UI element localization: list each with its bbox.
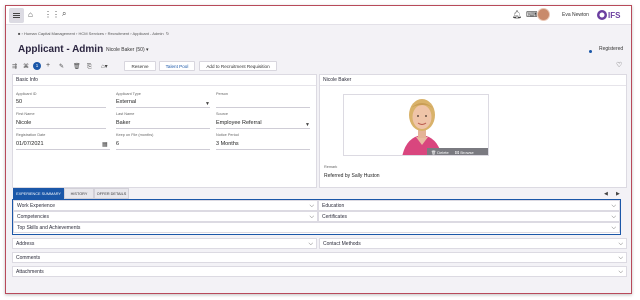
section-contact-methods[interactable]: Contact Methods ⌵	[319, 238, 627, 249]
section-certificates[interactable]: Certificates ⌵	[318, 211, 620, 222]
add-icon[interactable]: +	[46, 62, 50, 70]
svg-text:IFS: IFS	[608, 11, 621, 20]
first-name-label: First Name	[16, 112, 35, 116]
refresh-icon[interactable]: ↻	[166, 31, 169, 36]
tab-offer-details[interactable]: OFFER DETAILS	[94, 188, 129, 199]
keep-on-file-label: Keep on File (months)	[116, 133, 154, 137]
section-address[interactable]: Address ⌵	[12, 238, 317, 249]
section-comments[interactable]: Comments ⌵	[12, 252, 627, 263]
page-title: Applicant - Admin	[18, 44, 104, 55]
basic-info-panel: Basic Info Applicant ID 50 Applicant Typ…	[12, 74, 317, 188]
copy-icon[interactable]: ⎘	[87, 63, 92, 71]
source-select[interactable]: Employee Referral	[216, 120, 262, 126]
attachment-count-badge[interactable]: 1	[33, 62, 41, 70]
status-badge: Registered	[599, 46, 624, 52]
person-panel: Nicole Baker 🗑︎ Delete 🖾︎ Browse Remark …	[319, 74, 627, 188]
experience-summary-content: Work Experience ⌵ Competencies ⌵ Top Skill…	[12, 199, 621, 235]
person-panel-header: Nicole Baker	[320, 75, 626, 86]
applicant-type-select[interactable]: External	[116, 99, 136, 105]
ifs-logo: IFS	[597, 10, 621, 20]
section-work-experience[interactable]: Work Experience ⌵	[13, 200, 318, 211]
applicant-id-label: Applicant ID	[16, 92, 37, 96]
applicant-type-label: Applicant Type	[116, 92, 141, 96]
reserve-button[interactable]: Reserve	[124, 61, 156, 71]
notice-period-label: Notice Period	[216, 133, 239, 137]
attachment-icon[interactable]: ⌘	[23, 63, 29, 71]
record-selector[interactable]: Nicole Baker (50) ▾	[106, 47, 149, 53]
add-to-requisition-button[interactable]: Add to Recruitment Requisition	[199, 61, 277, 71]
home-small-icon[interactable]: ■	[18, 31, 20, 36]
registration-date-label: Registration Date	[16, 133, 46, 137]
first-name-field[interactable]: Nicole	[16, 120, 31, 126]
person-label: Person	[216, 92, 229, 96]
app-window: ⌂ ⋮⋮ ⌕ 🔔︎ ⌨ Eva Newton IFS ■ › Human Cap…	[5, 5, 632, 294]
top-bar: ⌂ ⋮⋮ ⌕ 🔔︎ ⌨ Eva Newton IFS	[6, 6, 631, 25]
delete-photo-button[interactable]: 🗑︎ Delete	[431, 150, 449, 155]
section-attachments[interactable]: Attachments ⌵	[12, 266, 627, 277]
notification-icon[interactable]: 🔔︎	[512, 11, 522, 19]
avatar[interactable]	[537, 8, 550, 21]
source-label: Source	[216, 112, 229, 116]
remark-field[interactable]: Referred by Sally Huston	[324, 173, 380, 179]
keyboard-icon[interactable]: ⌨	[526, 11, 538, 19]
scroll-right-icon[interactable]: ▶	[616, 190, 620, 198]
section-competencies[interactable]: Competencies ⌵	[13, 211, 318, 222]
talent-pool-button[interactable]: Talent Pool	[159, 61, 195, 71]
favorite-icon[interactable]: ♡	[616, 62, 622, 70]
applicant-photo: 🗑︎ Delete 🖾︎ Browse	[343, 94, 489, 156]
edit-icon[interactable]: ✎	[59, 63, 64, 71]
last-name-label: Last Name	[116, 112, 135, 116]
search-icon[interactable]: ⌕	[62, 10, 66, 18]
last-name-field[interactable]: Baker	[116, 120, 130, 126]
filter-icon[interactable]: ⇶	[12, 63, 17, 71]
tab-history[interactable]: HISTORY	[64, 188, 94, 199]
applicant-id-field[interactable]: 50	[16, 99, 22, 105]
apps-grid-icon[interactable]: ⋮⋮	[44, 11, 60, 19]
remark-label: Remark	[324, 165, 338, 169]
notice-period-field[interactable]: 3 Months	[216, 141, 239, 147]
scroll-left-icon[interactable]: ◀	[604, 190, 608, 198]
keep-on-file-field[interactable]: 6	[116, 141, 119, 147]
photo-action-bar: 🗑︎ Delete 🖾︎ Browse	[427, 148, 488, 155]
home-icon[interactable]: ⌂	[28, 11, 33, 19]
calendar-icon[interactable]: ▦	[102, 141, 108, 149]
applicant-portrait	[344, 95, 488, 155]
tab-experience-summary[interactable]: EXPERIENCE SUMMARY	[13, 188, 64, 199]
browse-photo-button[interactable]: 🖾︎ Browse	[455, 150, 474, 155]
status-dot	[589, 50, 592, 53]
section-top-skills[interactable]: Top Skills and Achievements ⌵	[13, 222, 620, 233]
section-education[interactable]: Education ⌵	[318, 200, 620, 211]
delete-icon[interactable]: 🗑︎	[73, 63, 81, 71]
breadcrumb: ■ › Human Capital Management › HCM Servi…	[18, 31, 170, 36]
more-dropdown-icon[interactable]: ⌂▾	[101, 63, 108, 71]
registration-date-field[interactable]: 01/07/2021	[16, 141, 44, 147]
user-name[interactable]: Eva Newton	[562, 12, 589, 18]
basic-info-header: Basic Info	[13, 75, 316, 86]
menu-icon[interactable]	[9, 8, 24, 23]
